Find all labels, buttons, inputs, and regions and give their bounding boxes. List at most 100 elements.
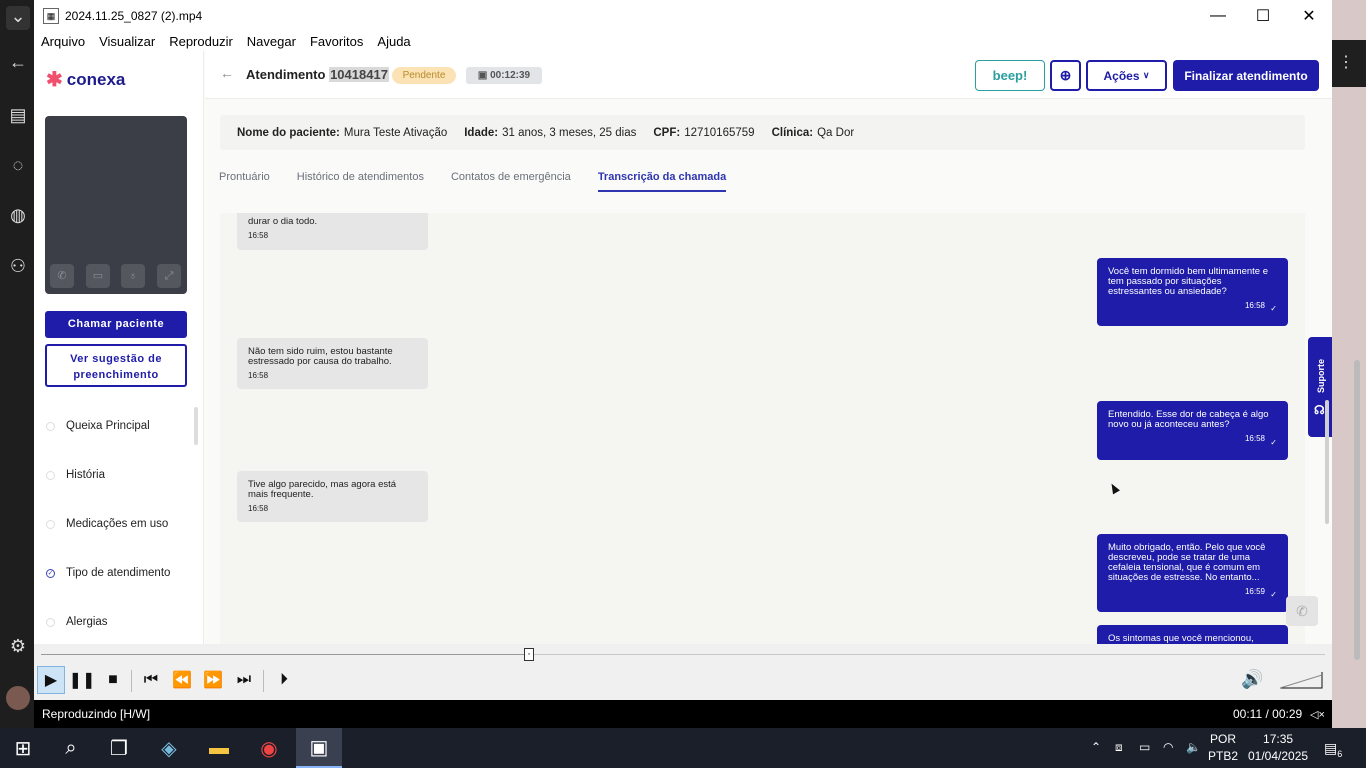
- tab-bar: Prontuário Histórico de atendimentos Con…: [219, 171, 753, 193]
- message-text: Entendido. Esse dor de cabeça é algo nov…: [1108, 409, 1269, 430]
- chevron-down-icon[interactable]: ⌄: [6, 6, 30, 30]
- task-view-icon[interactable]: ❐: [96, 728, 142, 768]
- patient-cpf: 12710165759: [684, 126, 755, 139]
- meet-icon[interactable]: ⧈: [1115, 740, 1123, 755]
- atendimento-id: 10418417: [329, 67, 389, 82]
- media-player-window: ▦ 2024.11.25_0827 (2).mp4 — ☐ ✕ Arquivo …: [34, 0, 1332, 728]
- title-bar: ▦ 2024.11.25_0827 (2).mp4 — ☐ ✕: [34, 0, 1332, 31]
- avatar[interactable]: [6, 686, 30, 710]
- message-doctor: Você tem dormido bem ultimamente e tem p…: [1097, 258, 1288, 326]
- chrome-icon[interactable]: ◉: [246, 728, 292, 768]
- message-time: 16:58: [248, 231, 269, 240]
- stop-icon[interactable]: ■: [99, 666, 127, 694]
- message-icon[interactable]: ◍: [6, 205, 30, 229]
- content-scrollbar[interactable]: [1325, 400, 1329, 524]
- status-dot-icon: [46, 519, 55, 529]
- check-icon: ✓: [1270, 438, 1277, 447]
- search-icon[interactable]: ⌕: [48, 728, 94, 768]
- windows-start-icon[interactable]: ⊞: [0, 728, 46, 768]
- clinica-label: Clínica:: [771, 126, 814, 139]
- home-icon[interactable]: ▤: [6, 105, 30, 129]
- window-title: 2024.11.25_0827 (2).mp4: [65, 8, 203, 23]
- speaker-icon[interactable]: 🔈: [1186, 740, 1201, 754]
- section-label: Queixa Principal: [66, 420, 150, 432]
- fullscreen-icon[interactable]: ⤢: [157, 264, 181, 288]
- beep-button[interactable]: beep!: [975, 60, 1045, 91]
- sidebar-scrollbar[interactable]: [194, 407, 198, 445]
- next-icon[interactable]: ⏭: [230, 666, 258, 694]
- title-prefix: Atendimento: [246, 67, 326, 82]
- tab-historico[interactable]: Histórico de atendimentos: [297, 171, 424, 193]
- battery-icon[interactable]: ▭: [1139, 740, 1150, 754]
- rewind-icon[interactable]: ⏪: [168, 666, 196, 694]
- back-arrow-icon[interactable]: ←: [220, 65, 234, 81]
- desktop-scrollbar[interactable]: [1354, 360, 1360, 660]
- chamar-paciente-button[interactable]: Chamar paciente: [45, 311, 187, 338]
- menu-ajuda[interactable]: Ajuda: [370, 34, 417, 49]
- menu-navegar[interactable]: Navegar: [240, 34, 303, 49]
- menu-arquivo[interactable]: Arquivo: [34, 34, 92, 49]
- mic-icon[interactable]: ♁: [121, 264, 145, 288]
- playback-time: 00:11 / 00:29: [1233, 707, 1303, 721]
- maximize-icon[interactable]: ☐: [1240, 0, 1286, 31]
- more-icon[interactable]: ⋮: [1338, 52, 1354, 72]
- camera-icon[interactable]: ▭: [86, 264, 110, 288]
- status-dot-icon: [46, 470, 55, 480]
- desktop-left-strip: ⌄ ← ▤ ◌ ◍ ⚇ ⚙: [0, 0, 34, 728]
- section-historia[interactable]: História: [46, 469, 105, 481]
- message-doctor: Os sintomas que você mencionou, como: [1097, 625, 1288, 644]
- volume-icon[interactable]: 🔊: [1241, 669, 1263, 690]
- tab-contatos[interactable]: Contatos de emergência: [451, 171, 571, 193]
- notification-count: 6: [1337, 748, 1343, 759]
- ver-sugestao-button[interactable]: Ver sugestão de preenchimento: [45, 344, 187, 387]
- tab-transcricao[interactable]: Transcrição da chamada: [597, 171, 727, 193]
- seek-bar[interactable]: ◦: [34, 644, 1332, 664]
- close-icon[interactable]: ✕: [1286, 0, 1332, 31]
- status-badge: Pendente: [392, 67, 456, 84]
- media-player-icon[interactable]: ▣: [296, 728, 342, 768]
- whatsapp-icon[interactable]: ✆: [1286, 596, 1318, 626]
- patient-age: 31 anos, 3 meses, 25 dias: [502, 126, 637, 139]
- keyboard-layout: PTB2: [1208, 749, 1239, 763]
- language-indicator[interactable]: POR PTB2: [1208, 731, 1238, 765]
- chevron-up-icon[interactable]: ⌃: [1091, 740, 1101, 754]
- mute-icon[interactable]: ◁×: [1310, 708, 1325, 721]
- message-doctor: Entendido. Esse dor de cabeça é algo nov…: [1097, 401, 1288, 460]
- section-tipo-atendimento[interactable]: ✓ Tipo de atendimento: [46, 567, 170, 579]
- menu-favoritos[interactable]: Favoritos: [303, 34, 370, 49]
- people-icon[interactable]: ⚇: [6, 256, 30, 280]
- fast-forward-icon[interactable]: ⏩: [199, 666, 227, 694]
- section-medicacoes[interactable]: Medicações em uso: [46, 518, 168, 530]
- menu-visualizar[interactable]: Visualizar: [92, 34, 162, 49]
- divider: [131, 670, 132, 692]
- clock[interactable]: 17:35 01/04/2025: [1248, 731, 1308, 765]
- copilot-icon[interactable]: ◈: [146, 728, 192, 768]
- acoes-dropdown[interactable]: Ações ∨: [1086, 60, 1167, 91]
- wifi-icon[interactable]: ◠: [1163, 740, 1173, 754]
- globe-icon[interactable]: ⊕: [1050, 60, 1081, 91]
- pause-icon[interactable]: ❚❚: [68, 666, 96, 694]
- play-icon[interactable]: ▶: [37, 666, 65, 694]
- settings-icon[interactable]: ⚙: [6, 636, 30, 660]
- seek-handle[interactable]: ◦: [523, 648, 534, 661]
- player-status-bar: Reproduzindo [H/W] 00:11 / 00:29 ◁×: [34, 700, 1332, 728]
- desktop-right-strip: ⋮: [1332, 0, 1366, 728]
- section-alergias[interactable]: Alergias: [46, 616, 108, 628]
- menu-reproduzir[interactable]: Reproduzir: [162, 34, 240, 49]
- previous-icon[interactable]: ⏮: [137, 666, 165, 694]
- frame-step-icon[interactable]: ⏵: [270, 666, 298, 694]
- section-queixa-principal[interactable]: Queixa Principal: [46, 420, 150, 432]
- chat-icon[interactable]: ◌: [6, 155, 30, 179]
- volume-slider[interactable]: [1280, 671, 1324, 689]
- minimize-icon[interactable]: —: [1195, 0, 1241, 31]
- message-text: Não tem sido ruim, estou bastante estres…: [248, 346, 393, 367]
- app-header: ← Atendimento 10418417 Pendente ▣ 00:12:…: [205, 51, 1332, 99]
- menu-bar: Arquivo Visualizar Reproduzir Navegar Fa…: [34, 31, 1332, 51]
- suporte-label: Suporte: [1316, 359, 1326, 394]
- notification-icon[interactable]: ▤6: [1324, 740, 1342, 759]
- phone-icon[interactable]: ✆: [50, 264, 74, 288]
- finalizar-atendimento-button[interactable]: Finalizar atendimento: [1173, 60, 1319, 91]
- tab-prontuario[interactable]: Prontuário: [219, 171, 270, 193]
- back-arrow-icon[interactable]: ←: [6, 52, 30, 76]
- file-explorer-icon[interactable]: ▬: [196, 728, 242, 768]
